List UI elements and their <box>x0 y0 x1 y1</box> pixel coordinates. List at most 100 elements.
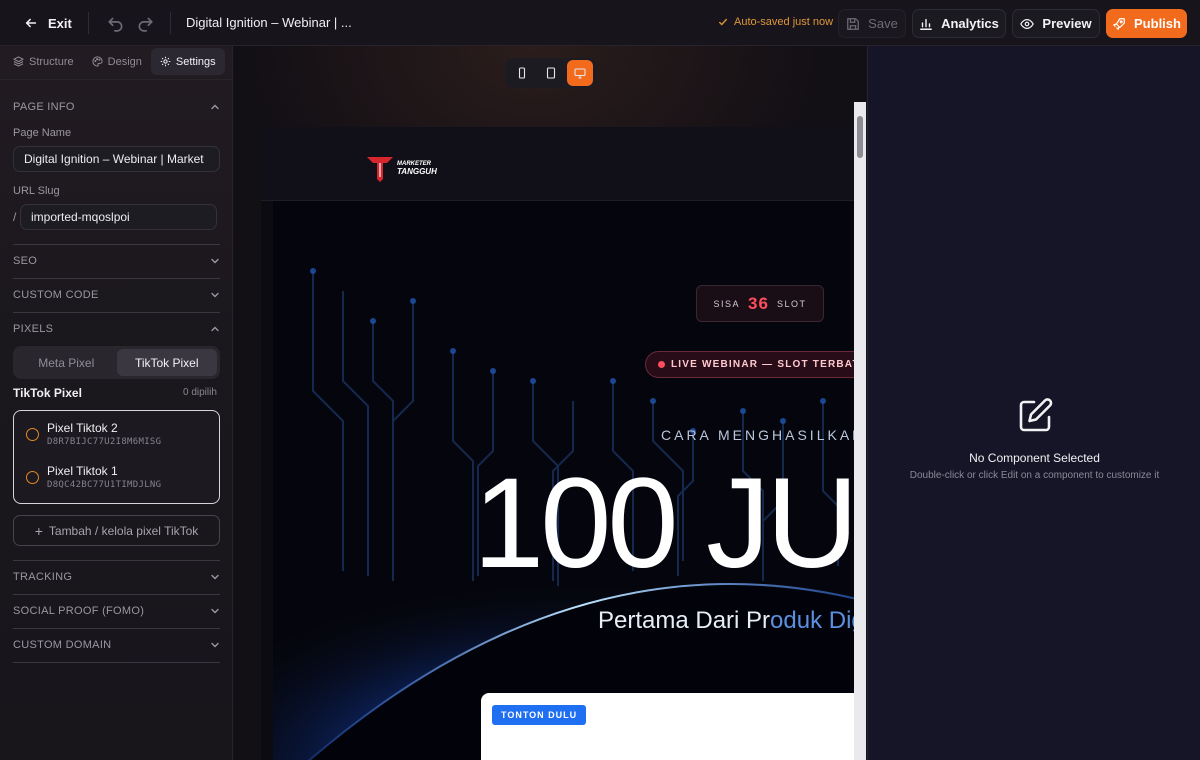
hero-tagline-highlight: oduk Digital <box>770 607 861 634</box>
section-social-proof-title: SOCIAL PROOF (FOMO) <box>13 605 145 617</box>
document-title[interactable]: Digital Ignition – Webinar | ... <box>186 15 352 30</box>
tablet-view-button[interactable] <box>538 60 564 86</box>
url-slug-input[interactable]: imported-mqoslpoi <box>20 204 217 230</box>
properties-panel: No Component Selected Double-click or cl… <box>867 46 1200 760</box>
tab-structure[interactable]: Structure <box>4 48 83 75</box>
divider <box>13 278 220 279</box>
top-bar: Exit Digital Ignition – Webinar | ... Au… <box>0 0 1200 46</box>
page-preview: MARKETER TANGGUH SISA 36 SLOT LIVE WEBIN… <box>261 127 861 760</box>
video-card[interactable]: TONTON DULU <box>481 693 861 760</box>
divider <box>13 560 220 561</box>
section-social-proof-header[interactable]: SOCIAL PROOF (FOMO) <box>13 601 220 621</box>
undo-icon[interactable] <box>107 14 125 32</box>
pixel-name: Pixel Tiktok 2 <box>47 421 118 435</box>
divider <box>13 312 220 313</box>
radio-button[interactable] <box>26 471 39 484</box>
page-name-label: Page Name <box>13 127 72 139</box>
chevron-down-icon <box>211 642 219 648</box>
tab-settings-label: Settings <box>175 55 216 68</box>
redo-icon[interactable] <box>136 14 154 32</box>
mobile-view-button[interactable] <box>509 60 535 86</box>
preview-scrollbar[interactable] <box>854 102 866 760</box>
hero-headline: 100 JUTA <box>473 452 861 595</box>
analytics-label: Analytics <box>941 16 999 31</box>
live-webinar-text: LIVE WEBINAR — SLOT TERBATAS <box>671 359 861 370</box>
analytics-button[interactable]: Analytics <box>912 9 1006 38</box>
phone-icon <box>519 67 526 79</box>
section-tracking-title: TRACKING <box>13 571 73 583</box>
pixel-item[interactable]: Pixel Tiktok 2 D8R7BIJC77U2I8M6MISG <box>14 415 219 455</box>
tab-design-label: Design <box>107 55 142 68</box>
hero-section[interactable]: SISA 36 SLOT LIVE WEBINAR — SLOT TERBATA… <box>273 201 861 760</box>
save-label: Save <box>868 16 898 31</box>
arrow-left-icon <box>25 18 37 28</box>
chevron-up-icon <box>211 104 219 110</box>
scrollbar-thumb[interactable] <box>857 116 863 158</box>
rocket-icon <box>1113 17 1125 30</box>
tablet-icon <box>546 67 556 79</box>
tab-design[interactable]: Design <box>83 48 151 75</box>
pixel-type-tabs: Meta Pixel TikTok Pixel <box>13 346 220 379</box>
gear-icon <box>160 56 171 67</box>
selected-count: 0 dipilih <box>183 387 217 398</box>
pixel-list: Pixel Tiktok 2 D8R7BIJC77U2I8M6MISG Pixe… <box>13 410 220 504</box>
add-tiktok-pixel-label: Tambah / kelola pixel TikTok <box>48 523 199 538</box>
check-icon <box>719 18 727 26</box>
radio-button[interactable] <box>26 428 39 441</box>
section-seo-title: SEO <box>13 255 38 267</box>
section-page-info-title: PAGE INFO <box>13 101 75 113</box>
section-custom-domain-title: CUSTOM DOMAIN <box>13 639 112 651</box>
divider <box>13 594 220 595</box>
divider <box>170 12 171 34</box>
settings-panel: Structure Design Settings PAGE INFO Page… <box>0 46 233 760</box>
exit-label: Exit <box>48 15 72 31</box>
autosave-text: Auto-saved just now <box>734 16 834 28</box>
autosave-status: Auto-saved just now <box>718 16 833 28</box>
section-custom-code-title: CUSTOM CODE <box>13 289 99 301</box>
eye-icon <box>1020 18 1035 29</box>
tab-settings[interactable]: Settings <box>150 48 225 75</box>
publish-label: Publish <box>1134 16 1181 31</box>
exit-button[interactable]: Exit <box>14 9 82 37</box>
editor-canvas: MARKETER TANGGUH SISA 36 SLOT LIVE WEBIN… <box>234 46 866 760</box>
monitor-icon <box>574 68 586 79</box>
tab-tiktok-pixel[interactable]: TikTok Pixel <box>116 349 217 376</box>
brand-logo: MARKETER TANGGUH <box>365 153 437 183</box>
section-pixels-header[interactable]: PIXELS <box>13 319 220 339</box>
section-pixels-title: PIXELS <box>13 323 54 335</box>
panel-tabs: Structure Design Settings <box>4 48 225 76</box>
divider <box>13 244 220 245</box>
slot-counter: SISA 36 SLOT <box>696 285 824 322</box>
publish-button[interactable]: Publish <box>1106 9 1187 38</box>
device-switcher <box>505 58 597 88</box>
empty-state-title: No Component Selected <box>969 451 1100 465</box>
section-custom-code-header[interactable]: CUSTOM CODE <box>13 285 220 305</box>
tab-meta-pixel[interactable]: Meta Pixel <box>16 349 117 376</box>
live-webinar-badge: LIVE WEBINAR — SLOT TERBATAS <box>645 351 861 378</box>
section-tracking-header[interactable]: TRACKING <box>13 567 220 587</box>
logo-wordmark: MARKETER TANGGUH <box>397 161 437 176</box>
hero-subheading: CARA MENGHASILKAN <box>661 427 861 443</box>
empty-state-subtitle: Double-click or click Edit on a componen… <box>909 470 1160 481</box>
desktop-view-button[interactable] <box>566 60 593 86</box>
slot-number: 36 <box>748 293 769 313</box>
preview-button[interactable]: Preview <box>1012 9 1100 38</box>
tiktok-pixel-title: TikTok Pixel <box>13 386 82 400</box>
hero-tagline-start: Pertama Dari Pr <box>598 607 771 634</box>
chevron-down-icon <box>211 574 219 580</box>
section-custom-domain-header[interactable]: CUSTOM DOMAIN <box>13 635 220 655</box>
layers-icon <box>13 56 24 67</box>
chevron-down-icon <box>211 608 219 614</box>
tab-structure-label: Structure <box>29 55 74 68</box>
add-tiktok-pixel-button[interactable]: + Tambah / kelola pixel TikTok <box>13 515 220 546</box>
logo-mark-icon <box>367 157 393 182</box>
plus-icon: + <box>34 522 43 539</box>
section-seo-header[interactable]: SEO <box>13 251 220 271</box>
page-name-input[interactable]: Digital Ignition – Webinar | Market <box>13 146 220 172</box>
pixel-item[interactable]: Pixel Tiktok 1 D8QC42BC77U1TIMDJLNG <box>14 458 219 498</box>
divider <box>13 628 220 629</box>
section-page-info-header[interactable]: PAGE INFO <box>13 97 220 117</box>
edit-icon <box>1019 398 1053 432</box>
watch-first-badge: TONTON DULU <box>492 705 587 725</box>
save-button[interactable]: Save <box>838 9 906 38</box>
